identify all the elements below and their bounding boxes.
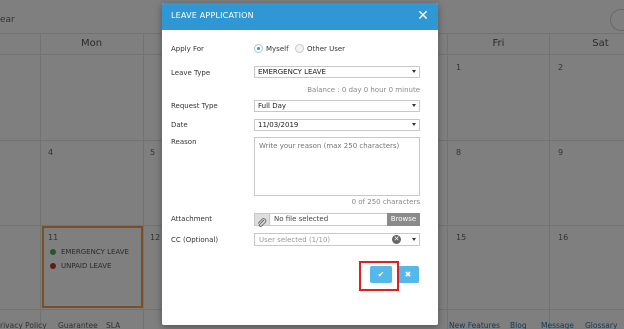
chevron-down-icon bbox=[412, 104, 416, 107]
attachment-field[interactable]: No file selected Browse bbox=[254, 213, 420, 227]
close-icon[interactable]: ✕ bbox=[414, 7, 432, 25]
dialog-header: LEAVE APPLICATION ✕ bbox=[162, 3, 438, 30]
request-type-value: Full Day bbox=[258, 102, 287, 110]
request-type-select[interactable]: Full Day bbox=[254, 100, 420, 112]
date-picker[interactable]: 11/03/2019 bbox=[254, 119, 420, 131]
date-value: 11/03/2019 bbox=[258, 121, 299, 129]
highlight-box bbox=[359, 261, 399, 291]
leave-application-dialog: LEAVE APPLICATION ✕ Apply For Myself Oth… bbox=[162, 3, 438, 325]
radio-myself[interactable]: Myself bbox=[254, 44, 289, 53]
cc-label: CC (Optional) bbox=[171, 236, 219, 244]
chevron-down-icon bbox=[412, 70, 416, 73]
radio-selected-icon bbox=[254, 44, 263, 53]
reason-label: Reason bbox=[171, 138, 197, 146]
chevron-down-icon bbox=[412, 123, 416, 126]
file-status-text: No file selected bbox=[274, 215, 329, 223]
character-counter: 0 of 250 characters bbox=[351, 198, 420, 206]
paperclip-icon bbox=[255, 214, 270, 227]
reason-textarea[interactable] bbox=[254, 137, 420, 196]
attachment-label: Attachment bbox=[171, 215, 213, 223]
radio-label: Other User bbox=[307, 44, 346, 53]
cc-select[interactable]: User selected (1/10) ✕ bbox=[254, 233, 420, 246]
leave-balance-text: Balance : 0 day 0 hour 0 minute bbox=[307, 86, 420, 94]
date-label: Date bbox=[171, 121, 188, 129]
leave-type-label: Leave Type bbox=[171, 69, 211, 77]
leave-type-value: EMERGENCY LEAVE bbox=[258, 68, 326, 76]
radio-label: Myself bbox=[266, 44, 289, 53]
cc-placeholder: User selected (1/10) bbox=[259, 236, 331, 244]
radio-unselected-icon bbox=[295, 44, 304, 53]
chevron-down-icon bbox=[412, 238, 416, 241]
dialog-title: LEAVE APPLICATION bbox=[171, 11, 254, 20]
clear-icon[interactable]: ✕ bbox=[392, 235, 401, 244]
radio-other-user[interactable]: Other User bbox=[295, 44, 345, 53]
request-type-label: Request Type bbox=[171, 102, 218, 110]
browse-button[interactable]: Browse bbox=[387, 213, 420, 226]
cancel-button[interactable]: ✖ bbox=[397, 266, 419, 283]
apply-for-label: Apply For bbox=[171, 45, 204, 53]
leave-type-select[interactable]: EMERGENCY LEAVE bbox=[254, 66, 420, 78]
